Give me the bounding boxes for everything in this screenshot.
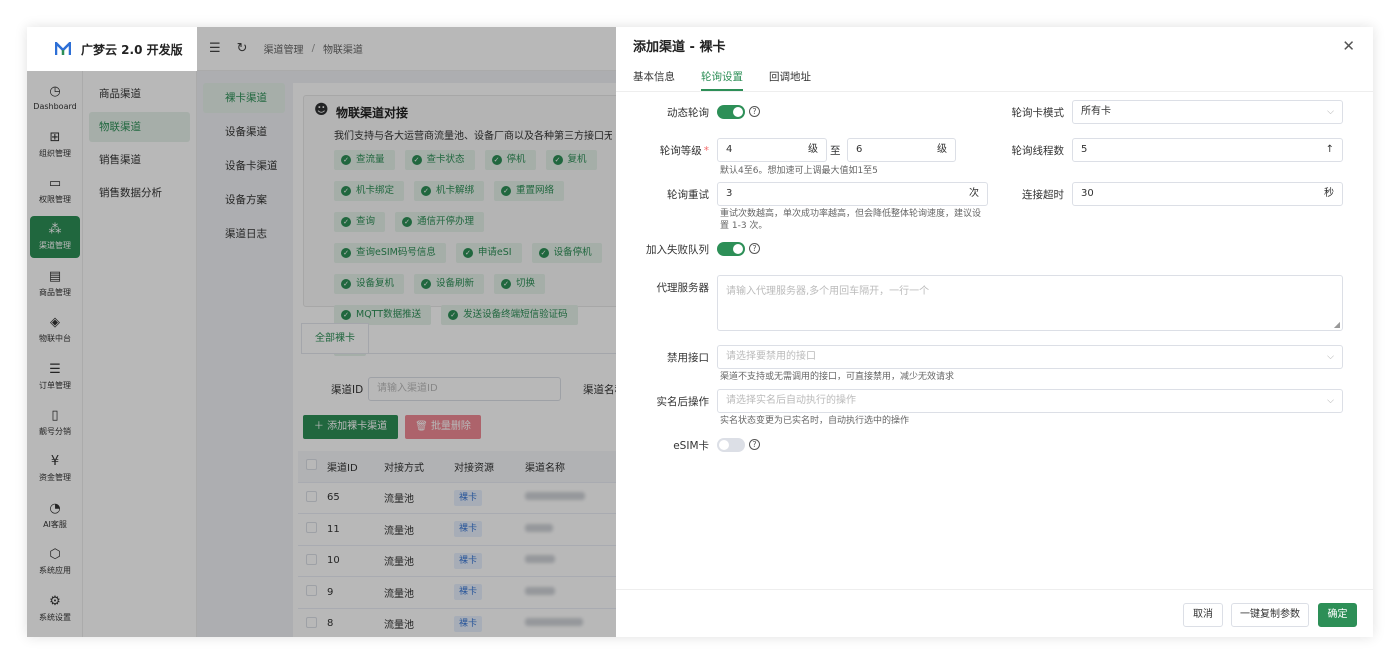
proxy-textarea[interactable]: 请输入代理服务器,多个用回车隔开，一行一个 ◢ bbox=[717, 275, 1343, 331]
poll-mode-select[interactable]: 所有卡 ⌵ bbox=[1072, 100, 1343, 124]
add-channel-drawer: 添加渠道 - 裸卡 ✕ 基本信息 轮询设置 回调地址 动态轮询 ? 轮询卡模式 … bbox=[616, 27, 1373, 637]
poll-retry-input[interactable]: 3 次 bbox=[717, 182, 988, 206]
after-realname-label: 实名后操作 bbox=[656, 396, 710, 408]
disabled-api-label: 禁用接口 bbox=[667, 352, 709, 364]
poll-threads-label: 轮询线程数 bbox=[1011, 145, 1065, 157]
app-logo: 广梦云 2.0 开发版 bbox=[27, 27, 197, 71]
after-realname-placeholder: 请选择实名后自动执行的操作 bbox=[726, 395, 856, 406]
disabled-api-select[interactable]: 请选择要禁用的接口 ⌵ bbox=[717, 345, 1343, 369]
after-realname-select[interactable]: 请选择实名后自动执行的操作 ⌵ bbox=[717, 389, 1343, 413]
unit-suffix: 级 bbox=[937, 144, 947, 155]
dynamic-poll-label: 动态轮询 bbox=[667, 107, 709, 119]
help-icon[interactable]: ? bbox=[749, 439, 760, 450]
poll-threads-input[interactable]: 5 ↑ bbox=[1072, 138, 1343, 162]
resize-handle-icon[interactable]: ◢ bbox=[1334, 320, 1340, 329]
dynamic-poll-switch[interactable] bbox=[717, 105, 745, 119]
tab-poll-settings[interactable]: 轮询设置 bbox=[701, 69, 743, 91]
conn-timeout-input[interactable]: 30 秒 bbox=[1072, 182, 1343, 206]
chevron-down-icon: ⌵ bbox=[1327, 352, 1334, 362]
required-mark: * bbox=[703, 145, 709, 157]
esim-switch[interactable] bbox=[717, 438, 745, 452]
range-separator: 至 bbox=[830, 145, 841, 157]
footer-divider bbox=[616, 589, 1373, 590]
poll-retry-hint: 重试次数越高，单次成功率越高，但会降低整体轮询速度，建议设置 1-3 次。 bbox=[720, 209, 982, 231]
help-icon[interactable]: ? bbox=[749, 106, 760, 117]
unit-suffix: 次 bbox=[969, 188, 979, 199]
after-realname-hint: 实名状态变更为已实名时，自动执行选中的操作 bbox=[720, 416, 910, 426]
chevron-down-icon: ⌵ bbox=[1327, 107, 1334, 117]
conn-timeout-value: 30 bbox=[1081, 188, 1094, 199]
tab-divider bbox=[616, 91, 1373, 92]
tab-callback[interactable]: 回调地址 bbox=[769, 69, 811, 91]
poll-mode-label: 轮询卡模式 bbox=[1011, 107, 1065, 119]
drawer-title: 添加渠道 - 裸卡 bbox=[633, 40, 726, 55]
poll-level-label: 轮询等级 * bbox=[629, 143, 709, 158]
poll-level-hint: 默认4至6。想加速可上调最大值如1至5 bbox=[720, 166, 878, 176]
fail-queue-switch[interactable] bbox=[717, 242, 745, 256]
poll-level-label-text: 轮询等级 bbox=[659, 145, 702, 157]
disabled-api-hint: 渠道不支持或无需调用的接口，可直接禁用，减少无效请求 bbox=[720, 372, 955, 382]
conn-timeout-label: 连接超时 bbox=[1022, 189, 1064, 201]
help-icon[interactable]: ? bbox=[749, 243, 760, 254]
fail-queue-label: 加入失败队列 bbox=[646, 244, 709, 256]
poll-retry-value: 3 bbox=[726, 188, 733, 199]
close-icon[interactable]: ✕ bbox=[1342, 37, 1355, 55]
poll-level-to-input[interactable]: 6 级 bbox=[847, 138, 956, 162]
logo-icon bbox=[55, 42, 71, 55]
app-name: 广梦云 2.0 开发版 bbox=[81, 42, 183, 57]
drawer-tabs: 基本信息 轮询设置 回调地址 bbox=[633, 69, 837, 91]
cancel-button[interactable]: 取消 bbox=[1183, 603, 1223, 627]
esim-label: eSIM卡 bbox=[673, 440, 709, 452]
drawer-overlay[interactable] bbox=[27, 27, 616, 637]
proxy-placeholder: 请输入代理服务器,多个用回车隔开，一行一个 bbox=[726, 286, 930, 297]
poll-retry-label: 轮询重试 bbox=[667, 189, 709, 201]
confirm-button[interactable]: 确定 bbox=[1318, 603, 1357, 627]
poll-mode-value: 所有卡 bbox=[1081, 106, 1111, 117]
copy-params-button[interactable]: 一键复制参数 bbox=[1231, 603, 1309, 627]
unit-suffix: 级 bbox=[808, 144, 818, 155]
tab-basic-info[interactable]: 基本信息 bbox=[633, 69, 675, 91]
poll-level-to-value: 6 bbox=[856, 144, 863, 155]
disabled-api-placeholder: 请选择要禁用的接口 bbox=[726, 351, 816, 362]
unit-suffix: 秒 bbox=[1324, 188, 1334, 199]
poll-threads-value: 5 bbox=[1081, 144, 1088, 155]
poll-level-from-value: 4 bbox=[726, 144, 733, 155]
proxy-label: 代理服务器 bbox=[656, 282, 710, 294]
chevron-down-icon: ⌵ bbox=[1327, 396, 1334, 406]
stepper-up-icon[interactable]: ↑ bbox=[1326, 139, 1334, 161]
poll-level-from-input[interactable]: 4 级 bbox=[717, 138, 827, 162]
